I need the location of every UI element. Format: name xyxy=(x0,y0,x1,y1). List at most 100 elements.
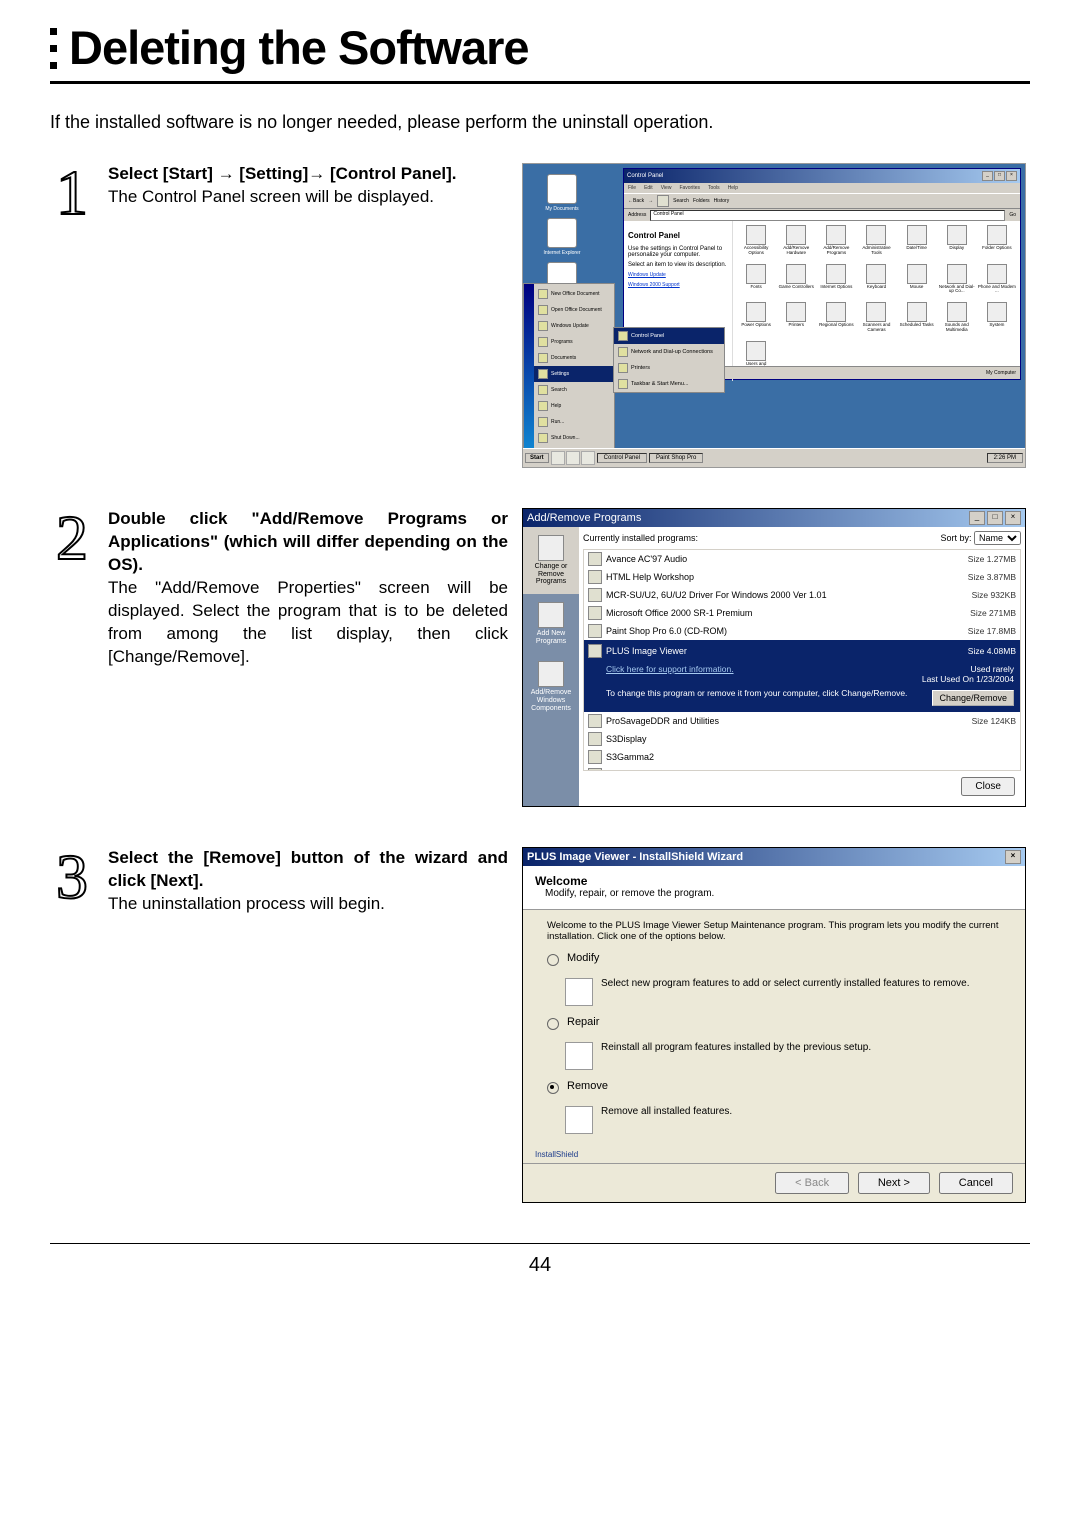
settings-item-control-panel[interactable]: Control Panel xyxy=(631,333,664,339)
quicklaunch-icon[interactable] xyxy=(566,451,580,465)
wizard-subtitle: Modify, repair, or remove the program. xyxy=(545,888,1013,899)
cancel-button[interactable]: Cancel xyxy=(939,1172,1013,1194)
page-number: 44 xyxy=(50,1254,1030,1277)
start-item[interactable]: Open Office Document xyxy=(551,307,602,313)
desktop-icon[interactable] xyxy=(547,174,577,204)
next-button[interactable]: Next > xyxy=(858,1172,930,1194)
control-panel-item[interactable]: System xyxy=(978,302,1016,339)
maximize-button[interactable]: □ xyxy=(987,511,1003,525)
close-button[interactable]: × xyxy=(1005,850,1021,864)
start-item[interactable]: Windows Update xyxy=(551,323,589,329)
close-button[interactable]: Close xyxy=(961,777,1015,796)
step3-body: The uninstallation process will begin. xyxy=(108,893,508,916)
start-item[interactable]: Search xyxy=(551,387,567,393)
settings-item[interactable]: Network and Dial-up Connections xyxy=(631,349,713,355)
settings-item[interactable]: Taskbar & Start Menu... xyxy=(631,381,688,387)
support-link[interactable]: Click here for support information. xyxy=(606,664,734,674)
step1-body: The Control Panel screen will be display… xyxy=(108,186,508,209)
toolbar-search[interactable]: Search xyxy=(673,198,689,204)
program-row[interactable]: HTML Help WorkshopSize 3.87MB xyxy=(584,568,1020,586)
program-row[interactable]: ProSavageDDR and UtilitiesSize 124KB xyxy=(584,712,1020,730)
taskbar-icon xyxy=(618,379,628,389)
control-panel-item[interactable]: Internet Options xyxy=(817,264,855,301)
quicklaunch-icon[interactable] xyxy=(581,451,595,465)
installshield-wizard-window: PLUS Image Viewer - InstallShield Wizard… xyxy=(522,847,1026,1203)
program-row[interactable]: S3Display xyxy=(584,730,1020,748)
close-button[interactable]: × xyxy=(1006,171,1017,181)
link-windows-update[interactable]: Windows Update xyxy=(628,272,728,278)
control-panel-item[interactable]: Display xyxy=(938,225,976,262)
radio-modify[interactable] xyxy=(547,954,559,966)
start-item[interactable]: New Office Document xyxy=(551,291,600,297)
up-icon[interactable] xyxy=(657,195,669,207)
control-panel-item[interactable]: Administrative Tools xyxy=(857,225,895,262)
desktop-icon[interactable] xyxy=(547,218,577,248)
change-remove-button[interactable]: Change/Remove xyxy=(932,690,1014,706)
start-item-settings[interactable]: Settings xyxy=(551,371,569,377)
control-panel-item[interactable]: Keyboard xyxy=(857,264,895,301)
start-item[interactable]: Programs xyxy=(551,339,573,345)
start-item[interactable]: Run... xyxy=(551,419,564,425)
menu-item[interactable]: Help xyxy=(728,185,738,191)
control-panel-item[interactable]: Add/Remove Programs xyxy=(817,225,855,262)
program-row[interactable]: PLUS Image ViewerSize 4.08MB xyxy=(584,640,1020,662)
settings-item[interactable]: Printers xyxy=(631,365,650,371)
control-panel-item[interactable]: Sounds and Multimedia xyxy=(938,302,976,339)
control-panel-item[interactable]: Game Controllers xyxy=(777,264,815,301)
link-windows-support[interactable]: Windows 2000 Support xyxy=(628,282,728,288)
printer-icon xyxy=(618,363,628,373)
program-row[interactable]: Avance AC'97 AudioSize 1.27MB xyxy=(584,550,1020,568)
radio-remove[interactable] xyxy=(547,1082,559,1094)
control-panel-item[interactable]: Scheduled Tasks xyxy=(898,302,936,339)
start-item[interactable]: Help xyxy=(551,403,561,409)
tab-windows-components[interactable]: Add/Remove Windows Components xyxy=(523,653,579,720)
control-panel-item[interactable]: Date/Time xyxy=(898,225,936,262)
step-number-2: 2 xyxy=(50,512,94,563)
control-panel-item[interactable]: Folder Options xyxy=(978,225,1016,262)
address-field[interactable]: Control Panel xyxy=(650,210,1005,221)
tab-change-remove[interactable]: Change or Remove Programs xyxy=(523,527,579,594)
program-row[interactable]: MCR-SU/U2, 6U/U2 Driver For Windows 2000… xyxy=(584,586,1020,604)
menu-item[interactable]: View xyxy=(661,185,672,191)
radio-repair[interactable] xyxy=(547,1018,559,1030)
control-panel-item[interactable]: Fonts xyxy=(737,264,775,301)
program-row[interactable]: Paint Shop Pro 6.0 (CD-ROM)Size 17.8MB xyxy=(584,622,1020,640)
settings-submenu: Control Panel Network and Dial-up Connec… xyxy=(613,327,725,393)
control-panel-item[interactable]: Regional Options xyxy=(817,302,855,339)
maximize-button[interactable]: □ xyxy=(994,171,1005,181)
control-panel-item[interactable]: Network and Dial-up Co... xyxy=(938,264,976,301)
remove-label: Remove xyxy=(567,1080,608,1092)
taskbar-task[interactable]: Control Panel xyxy=(597,453,647,463)
control-panel-item[interactable]: Scanners and Cameras xyxy=(857,302,895,339)
control-panel-item[interactable]: Phone and Modem ... xyxy=(978,264,1016,301)
menu-item[interactable]: Favorites xyxy=(679,185,700,191)
start-item[interactable]: Shut Down... xyxy=(551,435,580,441)
program-row[interactable]: Microsoft Office 2000 SR-1 PremiumSize 2… xyxy=(584,604,1020,622)
add-remove-programs-window: Add/Remove Programs _ □ × Change or Remo… xyxy=(522,508,1026,807)
start-button[interactable]: Start xyxy=(525,453,549,463)
go-button[interactable]: Go xyxy=(1009,212,1016,218)
control-panel-item[interactable]: Mouse xyxy=(898,264,936,301)
taskbar-task[interactable]: Paint Shop Pro xyxy=(649,453,703,463)
quicklaunch-icon[interactable] xyxy=(551,451,565,465)
menu-item[interactable]: File xyxy=(628,185,636,191)
wizard-welcome: Welcome xyxy=(535,874,1013,888)
toolbar-folders[interactable]: Folders xyxy=(693,198,710,204)
tab-add-new[interactable]: Add New Programs xyxy=(523,594,579,653)
minimize-button[interactable]: _ xyxy=(969,511,985,525)
program-row[interactable]: S3Gamma2 xyxy=(584,748,1020,766)
statusbar-text: My Computer xyxy=(986,370,1016,376)
control-panel-item[interactable]: Add/Remove Hardware xyxy=(777,225,815,262)
cp-desc2: Select an item to view its description. xyxy=(628,262,728,268)
toolbar-history[interactable]: History xyxy=(714,198,730,204)
sortby-select[interactable]: Name xyxy=(974,531,1021,545)
close-button[interactable]: × xyxy=(1005,511,1021,525)
menu-item[interactable]: Edit xyxy=(644,185,653,191)
intro-text: If the installed software is no longer n… xyxy=(50,112,1030,133)
start-item[interactable]: Documents xyxy=(551,355,576,361)
minimize-button[interactable]: _ xyxy=(982,171,993,181)
control-panel-item[interactable]: Printers xyxy=(777,302,815,339)
control-panel-item[interactable]: Accessibility Options xyxy=(737,225,775,262)
menu-item[interactable]: Tools xyxy=(708,185,720,191)
control-panel-item[interactable]: Power Options xyxy=(737,302,775,339)
